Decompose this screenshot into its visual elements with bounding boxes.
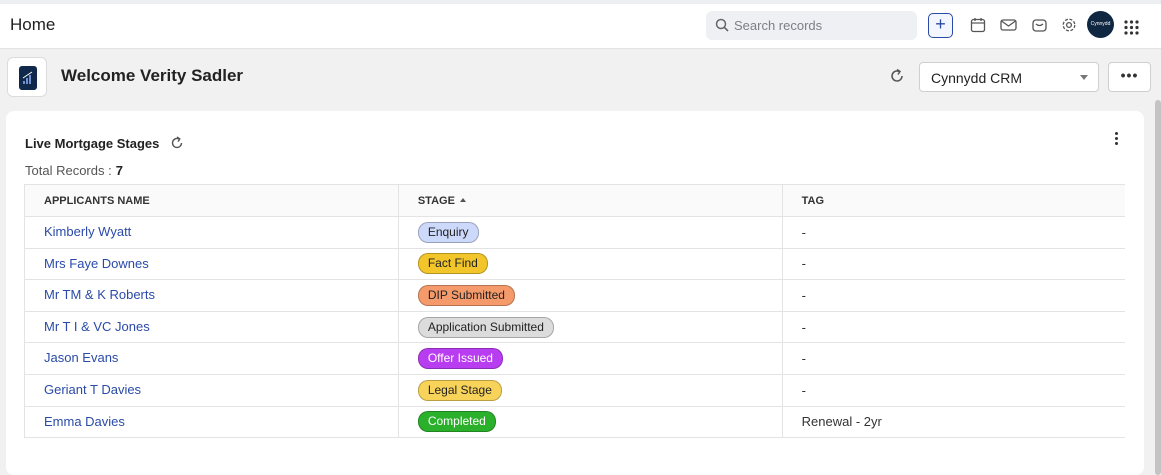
stage-cell: Completed bbox=[397, 406, 783, 439]
stage-badge: Completed bbox=[417, 411, 496, 433]
stage-badge: Enquiry bbox=[417, 221, 479, 243]
applicant-name-link[interactable]: Mrs Faye Downes bbox=[24, 248, 399, 281]
stage-badge: DIP Submitted bbox=[417, 284, 515, 306]
table-row[interactable]: Mr T I & VC Jones Application Submitted - bbox=[24, 311, 1125, 344]
table-row[interactable]: Mr TM & K Roberts DIP Submitted - bbox=[24, 279, 1125, 312]
sort-up-icon bbox=[459, 197, 466, 202]
stage-cell: Offer Issued bbox=[397, 342, 783, 375]
table-row[interactable]: Jason Evans Offer Issued - bbox=[24, 342, 1125, 375]
applicant-name-link[interactable]: Jason Evans bbox=[24, 342, 399, 375]
scrollbar[interactable] bbox=[1155, 100, 1161, 475]
stage-badge: Application Submitted bbox=[417, 316, 554, 338]
card-title: Live Mortgage Stages bbox=[25, 136, 160, 151]
table-row[interactable]: Emma Davies Completed Renewal - 2yr bbox=[24, 406, 1125, 439]
column-header-tag[interactable]: TAG bbox=[781, 184, 1125, 217]
stage-badge: Offer Issued bbox=[417, 348, 503, 370]
tag-cell: Renewal - 2yr bbox=[781, 406, 1125, 439]
search-placeholder: Search records bbox=[734, 18, 823, 33]
applicant-name-link[interactable]: Emma Davies bbox=[24, 406, 399, 439]
table-row[interactable]: Mrs Faye Downes Fact Find - bbox=[24, 248, 1125, 281]
calendar-icon[interactable] bbox=[970, 17, 986, 33]
avatar[interactable]: Cynnydd bbox=[1087, 11, 1114, 38]
tag-cell: - bbox=[781, 216, 1125, 249]
apps-grid-icon[interactable] bbox=[1124, 20, 1139, 35]
stage-cell: Application Submitted bbox=[397, 311, 783, 344]
crm-select[interactable]: Cynnydd CRM bbox=[919, 62, 1099, 92]
applicant-name-link[interactable]: Mr TM & K Roberts bbox=[24, 279, 399, 312]
welcome-heading: Welcome Verity Sadler bbox=[61, 66, 244, 85]
stage-cell: Enquiry bbox=[397, 216, 783, 249]
mail-icon[interactable] bbox=[1000, 17, 1017, 33]
tag-cell: - bbox=[781, 248, 1125, 281]
stage-cell: Legal Stage bbox=[397, 374, 783, 407]
gear-icon[interactable] bbox=[1061, 17, 1077, 33]
tag-cell: - bbox=[781, 374, 1125, 407]
search-icon bbox=[715, 18, 729, 32]
top-bar: Home Search records + Cynnydd bbox=[0, 0, 1161, 49]
tag-cell: - bbox=[781, 279, 1125, 312]
records-table: APPLICANTS NAME STAGE TAG Kimberly Wyatt… bbox=[24, 184, 1125, 439]
total-records: Total Records :7 bbox=[25, 163, 123, 178]
stage-badge: Legal Stage bbox=[417, 379, 502, 401]
tag-cell: - bbox=[781, 342, 1125, 375]
store-icon[interactable] bbox=[1031, 17, 1048, 33]
logo-icon bbox=[19, 66, 37, 90]
more-options-button[interactable]: ••• bbox=[1108, 62, 1151, 92]
add-button[interactable]: + bbox=[928, 13, 953, 38]
applicant-name-link[interactable]: Mr T I & VC Jones bbox=[24, 311, 399, 344]
mortgage-stages-card: Live Mortgage Stages Total Records :7 AP… bbox=[6, 111, 1144, 475]
column-header-stage[interactable]: STAGE bbox=[397, 184, 783, 217]
stage-cell: DIP Submitted bbox=[397, 279, 783, 312]
total-records-label: Total Records : bbox=[25, 163, 112, 178]
column-header-applicant[interactable]: APPLICANTS NAME bbox=[24, 184, 399, 217]
crm-select-value: Cynnydd CRM bbox=[931, 70, 1023, 86]
search-input[interactable]: Search records bbox=[706, 11, 917, 40]
table-row[interactable]: Kimberly Wyatt Enquiry - bbox=[24, 216, 1125, 249]
total-records-value: 7 bbox=[115, 163, 123, 178]
page-title: Home bbox=[10, 15, 56, 34]
stage-cell: Fact Find bbox=[397, 248, 783, 281]
tag-cell: - bbox=[781, 311, 1125, 344]
table-row[interactable]: Geriant T Davies Legal Stage - bbox=[24, 374, 1125, 407]
stage-badge: Fact Find bbox=[417, 253, 488, 275]
applicant-name-link[interactable]: Geriant T Davies bbox=[24, 374, 399, 407]
company-logo bbox=[7, 57, 47, 97]
applicant-name-link[interactable]: Kimberly Wyatt bbox=[24, 216, 399, 249]
refresh-icon[interactable] bbox=[888, 67, 906, 85]
card-menu-icon[interactable] bbox=[1111, 132, 1121, 148]
chevron-down-icon bbox=[1080, 75, 1088, 80]
card-refresh-icon[interactable] bbox=[169, 135, 185, 151]
